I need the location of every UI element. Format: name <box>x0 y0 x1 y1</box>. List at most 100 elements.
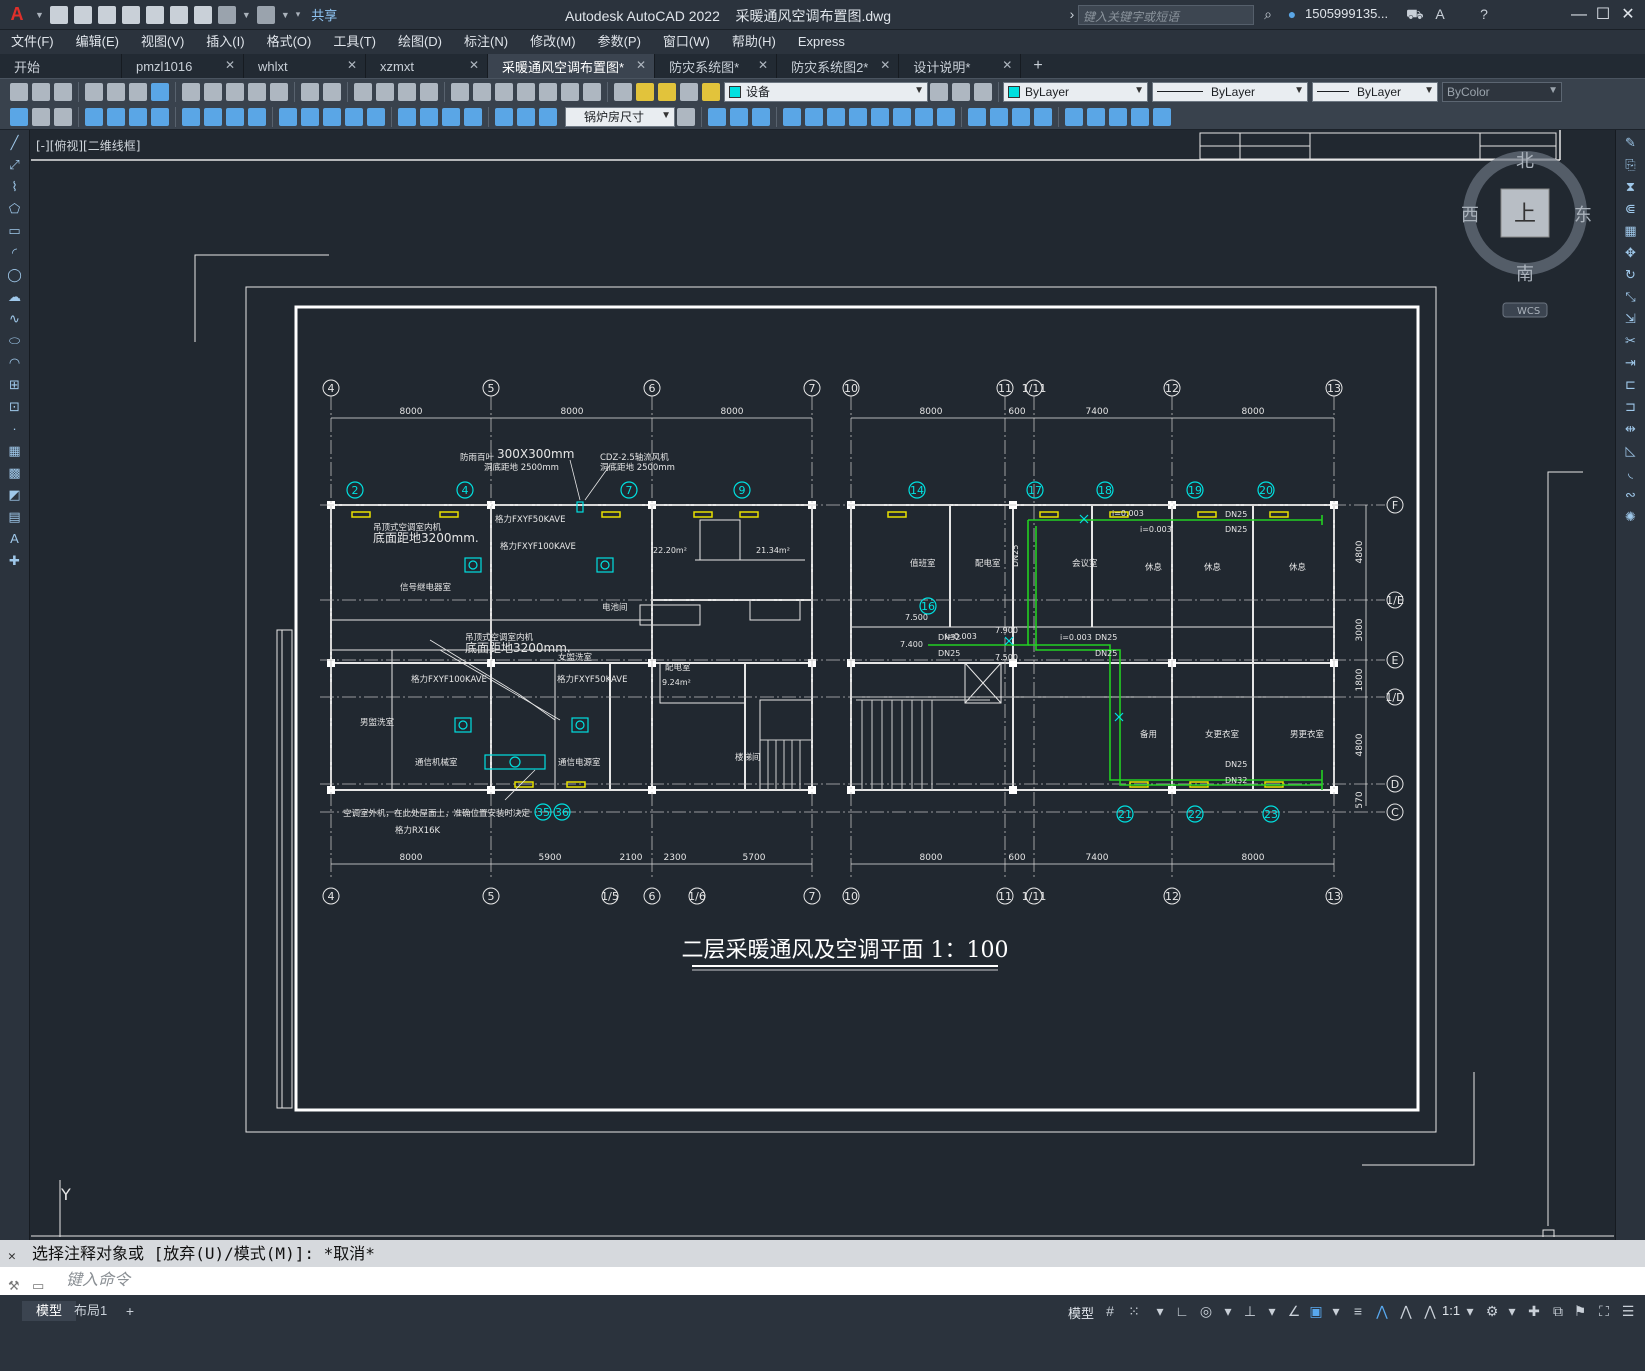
insert-block-icon[interactable]: ⊞ <box>6 376 24 394</box>
dim-arc-icon[interactable] <box>129 107 147 126</box>
blend-curves-icon[interactable]: ∾ <box>1622 486 1640 504</box>
layer-lock-icon[interactable] <box>702 82 720 101</box>
break-at-point-icon[interactable]: ⊏ <box>1622 376 1640 394</box>
grid-icon[interactable]: # <box>1100 1301 1120 1321</box>
circle-icon[interactable]: ◯ <box>6 266 24 284</box>
quick-access-more-icon[interactable]: ▾ <box>296 9 301 20</box>
close-tab-icon[interactable]: ✕ <box>225 58 235 72</box>
menu-item-12[interactable]: Express <box>787 30 856 54</box>
snap-icon[interactable]: ⁙ <box>1124 1301 1144 1321</box>
ortho-icon[interactable]: ∟ <box>1172 1301 1192 1321</box>
close-command-icon[interactable]: ✕ <box>8 1243 24 1264</box>
layer-previous-icon[interactable] <box>952 82 970 101</box>
lineweight-icon[interactable]: ≡ <box>1348 1301 1368 1321</box>
zoom-previous-icon[interactable] <box>420 82 438 101</box>
file-tab-6[interactable]: 防灾系统图2* ✕ <box>777 54 900 78</box>
layer-dropdown[interactable]: 设备 ▼ <box>724 81 928 102</box>
new-file-icon[interactable] <box>49 5 68 24</box>
viewcube-south[interactable]: 南 <box>1516 264 1534 285</box>
add-layout-icon[interactable]: + <box>120 1301 140 1321</box>
dim-radius-icon[interactable] <box>182 107 200 126</box>
autodesk-app-icon[interactable]: A <box>1432 6 1448 22</box>
osnap-caret-icon[interactable]: ▾ <box>1326 1301 1346 1321</box>
markup-icon[interactable] <box>539 82 557 101</box>
snap-caret-icon[interactable]: ▾ <box>1150 1301 1170 1321</box>
dim-style-manager-icon[interactable] <box>677 107 695 126</box>
cut-icon[interactable] <box>182 82 200 101</box>
menu-item-6[interactable]: 绘图(D) <box>387 30 453 54</box>
copy-icon[interactable]: ⎘ <box>1622 156 1640 174</box>
ellipse-icon[interactable]: ⬭ <box>6 332 24 350</box>
minimize-icon[interactable]: — <box>1568 4 1590 26</box>
help-icon[interactable] <box>583 82 601 101</box>
erase-icon[interactable] <box>708 107 726 126</box>
layout-tab-layout1[interactable]: 布局1 <box>60 1301 121 1321</box>
redo-icon[interactable] <box>323 82 341 101</box>
user-name[interactable]: 1505999135... <box>1305 6 1388 21</box>
gradient-icon[interactable]: ▩ <box>6 464 24 482</box>
close-icon[interactable]: ✕ <box>1617 4 1639 26</box>
polygon-icon[interactable]: ⬠ <box>6 200 24 218</box>
fillet-icon[interactable]: ◟ <box>1622 464 1640 482</box>
object-snap-tracking-icon[interactable]: ∠ <box>1284 1301 1304 1321</box>
inspection-icon[interactable] <box>442 107 460 126</box>
tool-palettes-icon[interactable] <box>495 82 513 101</box>
line-icon[interactable]: ╱ <box>6 134 24 152</box>
ellipse-arc-icon[interactable]: ◠ <box>6 354 24 372</box>
search-input[interactable]: 键入关键字或短语 <box>1078 5 1254 25</box>
close-tab-icon[interactable]: ✕ <box>347 58 357 72</box>
table-icon[interactable]: ▤ <box>6 508 24 526</box>
dimstyle-dropdown[interactable]: 锅炉房尺寸 ▼ <box>565 106 675 127</box>
auto-scale-icon[interactable]: ⋀ <box>1396 1301 1416 1321</box>
layer-on-bulb-icon[interactable] <box>636 82 654 101</box>
zoom-window-icon[interactable] <box>398 82 416 101</box>
menu-item-8[interactable]: 修改(M) <box>519 30 587 54</box>
object-snap-icon[interactable]: ▣ <box>1306 1301 1326 1321</box>
tolerance-icon[interactable] <box>398 107 416 126</box>
spline-icon[interactable]: ∿ <box>6 310 24 328</box>
polar-caret-icon[interactable]: ▾ <box>1218 1301 1238 1321</box>
pan-icon[interactable] <box>354 82 372 101</box>
export-icon[interactable] <box>145 5 164 24</box>
dim-space-icon[interactable] <box>345 107 363 126</box>
make-block-icon[interactable]: ⊡ <box>6 398 24 416</box>
command-input[interactable]: ⚒ ▭ 键入命令 <box>0 1267 1645 1295</box>
block-editor-icon[interactable] <box>270 82 288 101</box>
plot-icon[interactable] <box>193 5 212 24</box>
save-as-icon[interactable] <box>121 5 140 24</box>
file-tab-0[interactable]: 开始 <box>0 54 122 78</box>
point-icon[interactable]: · <box>6 420 24 438</box>
color-dropdown[interactable]: ByLayer ▼ <box>1003 81 1148 102</box>
close-tab-icon[interactable]: ✕ <box>636 58 646 72</box>
group-icon[interactable] <box>1153 107 1171 126</box>
plot-icon[interactable] <box>85 82 103 101</box>
app-menu-caret-icon[interactable]: ▼ <box>35 10 44 20</box>
make-current-layer-icon[interactable] <box>930 82 948 101</box>
attdef-icon[interactable] <box>1131 107 1149 126</box>
erase-icon[interactable]: ✎ <box>1622 134 1640 152</box>
trim-icon[interactable] <box>915 107 933 126</box>
menu-item-1[interactable]: 编辑(E) <box>65 30 130 54</box>
plotstyle-dropdown[interactable]: ByColor ▼ <box>1442 81 1562 102</box>
copy-object-icon[interactable] <box>730 107 748 126</box>
copy-icon[interactable] <box>204 82 222 101</box>
move-icon[interactable]: ✥ <box>1622 244 1640 262</box>
chamfer-icon[interactable] <box>1012 107 1030 126</box>
explode-icon[interactable]: ✺ <box>1622 508 1640 526</box>
viewport-controls-label[interactable]: [-][俯视][二维线框] <box>36 138 140 153</box>
dim-angular-icon[interactable] <box>248 107 266 126</box>
customization-menu-icon[interactable]: ☰ <box>1618 1301 1638 1321</box>
close-tab-icon[interactable]: ✕ <box>758 58 768 72</box>
autocad-logo-icon[interactable]: A <box>6 4 28 26</box>
center-mark-icon[interactable] <box>420 107 438 126</box>
extend-icon[interactable] <box>937 107 955 126</box>
publish-icon[interactable] <box>129 82 147 101</box>
units-icon[interactable]: ⧉ <box>1548 1301 1568 1321</box>
menu-item-11[interactable]: 帮助(H) <box>721 30 787 54</box>
construction-line-icon[interactable]: ⤢ <box>6 156 24 174</box>
share-button[interactable]: 共享 <box>311 5 337 24</box>
multiline-text-icon[interactable]: A <box>6 530 24 548</box>
stretch-icon[interactable]: ⇲ <box>1622 310 1640 328</box>
layer-viewport-icon[interactable] <box>680 82 698 101</box>
quick-dim-icon[interactable] <box>279 107 297 126</box>
